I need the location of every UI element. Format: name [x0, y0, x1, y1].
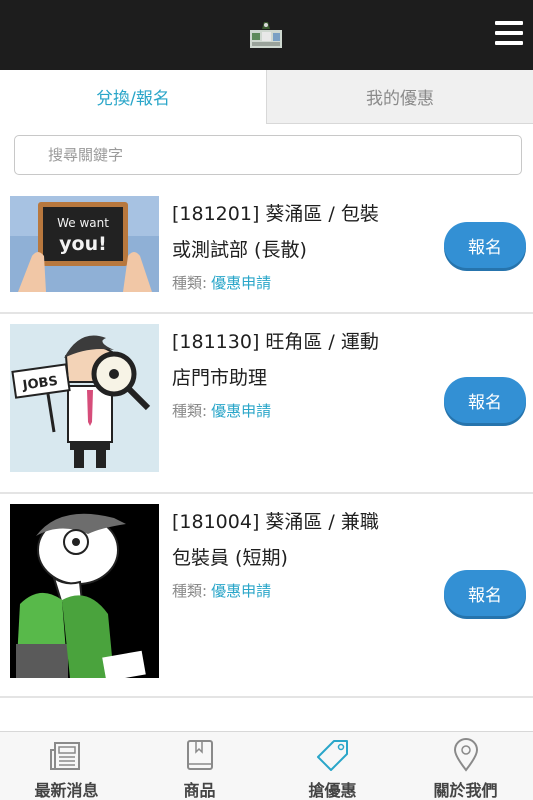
listing-title[interactable]: [181201] 葵涌區 / 包裝 或測試部 (長散) [172, 196, 402, 268]
bottom-navigation: 最新消息 商品 搶優惠 關於我們 [0, 731, 533, 800]
signup-button[interactable]: 報名 [444, 377, 526, 423]
top-bar [0, 0, 533, 70]
nav-label: 商品 [183, 781, 216, 800]
tab-my-offers[interactable]: 我的優惠 [266, 70, 533, 124]
category-label: 種類: [172, 402, 208, 420]
listing-title-line: [181201] 葵涌區 / 包裝 [172, 203, 379, 225]
nav-item-products[interactable]: 商品 [133, 732, 266, 800]
nav-item-about-us[interactable]: 關於我們 [399, 732, 532, 800]
nav-item-grab-offers[interactable]: 搶優惠 [266, 732, 399, 800]
listing-title-line: 或測試部 (長散) [172, 239, 307, 261]
listing-title-line: [181004] 葵涌區 / 兼職 [172, 511, 379, 533]
tab-bar: 兌換/報名 我的優惠 [0, 70, 533, 124]
listing-image-we-want-you[interactable]: We want you! [10, 196, 159, 292]
image-text-we-want: We want [57, 216, 109, 230]
listing-image-cartoon[interactable] [10, 504, 159, 678]
book-icon [186, 740, 213, 770]
listing-category: 種類: 優惠申請 [172, 400, 271, 421]
newspaper-icon [49, 742, 80, 770]
nav-item-latest-news[interactable]: 最新消息 [0, 732, 133, 800]
tab-redeem-signup[interactable]: 兌換/報名 [0, 70, 266, 124]
category-label: 種類: [172, 274, 208, 292]
listing-card: We want you! [181201] 葵涌區 / 包裝 或測試部 (長散)… [0, 190, 533, 314]
listing-title-line: 包裝員 (短期) [172, 547, 288, 569]
nav-label: 最新消息 [34, 781, 99, 800]
listing-category: 種類: 優惠申請 [172, 272, 271, 293]
listing-image-jobs[interactable]: JOBS [10, 324, 159, 472]
listing-card: JOBS [181130] 旺角區 / 運動 店門市助理 種類: 優惠申請 報名 [0, 314, 533, 494]
listing-title[interactable]: [181130] 旺角區 / 運動 店門市助理 [172, 324, 402, 396]
category-value: 優惠申請 [211, 582, 272, 600]
category-value: 優惠申請 [211, 402, 272, 420]
signup-button[interactable]: 報名 [444, 222, 526, 268]
menu-bar [495, 21, 523, 25]
category-value: 優惠申請 [211, 274, 272, 292]
listing-title-line: 店門市助理 [172, 367, 268, 389]
nav-label: 關於我們 [433, 781, 498, 800]
menu-bar [495, 41, 523, 45]
image-text-you: you! [59, 233, 107, 255]
tag-icon [316, 740, 348, 771]
listing-card: [181004] 葵涌區 / 兼職 包裝員 (短期) 種類: 優惠申請 報名 [0, 494, 533, 698]
app-logo-icon[interactable] [248, 20, 284, 50]
category-label: 種類: [172, 582, 208, 600]
hamburger-menu-button[interactable] [495, 21, 523, 45]
map-pin-icon [453, 738, 478, 772]
menu-bar [495, 31, 523, 35]
listing-title[interactable]: [181004] 葵涌區 / 兼職 包裝員 (短期) [172, 504, 402, 576]
nav-label: 搶優惠 [308, 781, 357, 800]
signup-button[interactable]: 報名 [444, 570, 526, 616]
listing-title-line: [181130] 旺角區 / 運動 [172, 331, 379, 353]
listing-category: 種類: 優惠申請 [172, 580, 271, 601]
search-input[interactable] [14, 135, 522, 175]
